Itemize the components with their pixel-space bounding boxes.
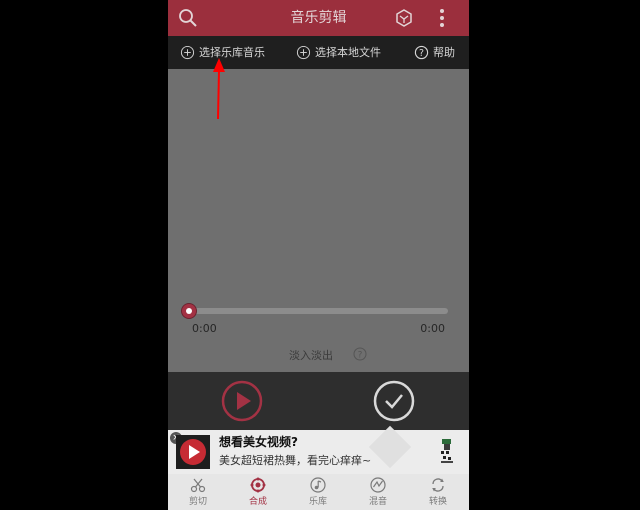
ad-decoration [368,425,412,469]
help-button[interactable]: ? 帮助 [414,36,455,69]
svg-text:?: ? [419,48,424,59]
ad-banner[interactable]: × 想看美女视频? 美女超短裙热舞，看完心痒痒~ [168,425,469,474]
nav-item-convert[interactable]: 转换 [408,474,468,510]
ad-description: 美女超短裙热舞，看完心痒痒~ [219,454,372,467]
bottom-navigation: 剪切 合成 乐库 混音 转换 [168,474,469,510]
cube-icon[interactable] [394,8,414,28]
mix-icon [370,477,386,493]
confirm-button[interactable] [373,380,415,422]
merge-icon [250,477,266,493]
search-icon[interactable] [178,8,198,28]
page-title: 音乐剪辑 [290,10,347,26]
more-options-icon[interactable] [434,7,450,29]
ad-title: 想看美女视频? [219,435,298,449]
ad-qr-icon [441,439,453,463]
fade-in-out-label[interactable]: 淡入淡出 [289,347,333,363]
nav-item-cut[interactable]: 剪切 [168,474,228,510]
select-library-music-label: 选择乐库音乐 [199,46,265,59]
nav-label: 合成 [248,497,267,507]
nav-label: 剪切 [188,497,207,507]
nav-item-merge[interactable]: 合成 [228,474,288,510]
select-library-music-button[interactable]: 选择乐库音乐 [180,36,265,69]
top-bar: 音乐剪辑 [168,0,469,36]
nav-label: 乐库 [308,497,327,507]
progress-slider-track[interactable] [187,308,448,314]
source-toolbar: 选择乐库音乐 选择本地文件 ? 帮助 [168,36,469,69]
nav-item-library[interactable]: 乐库 [288,474,348,510]
ad-video-icon [176,435,210,469]
convert-icon [432,478,444,492]
progress-slider-handle[interactable] [182,304,196,318]
playback-controls [168,372,469,430]
total-time: 0:00 [420,322,445,335]
select-local-file-label: 选择本地文件 [315,46,381,59]
scissors-icon [190,478,206,493]
play-button[interactable] [221,380,263,422]
nav-item-mix[interactable]: 混音 [348,474,408,510]
nav-label: 转换 [428,497,447,507]
help-label: 帮助 [433,46,455,59]
phone-screen: 音乐剪辑 选择乐库音乐 选择本地文件 ? 帮助 0:00 0:00 淡入淡出 ?… [168,0,469,510]
fade-help-icon[interactable]: ? [353,347,367,361]
help-icon: ? [414,45,429,60]
music-note-icon [310,477,326,493]
nav-label: 混音 [368,497,387,507]
svg-text:?: ? [358,351,363,361]
select-local-file-button[interactable]: 选择本地文件 [296,36,381,69]
current-time: 0:00 [192,322,217,335]
plus-circle-icon [296,45,311,60]
plus-circle-icon [180,45,195,60]
